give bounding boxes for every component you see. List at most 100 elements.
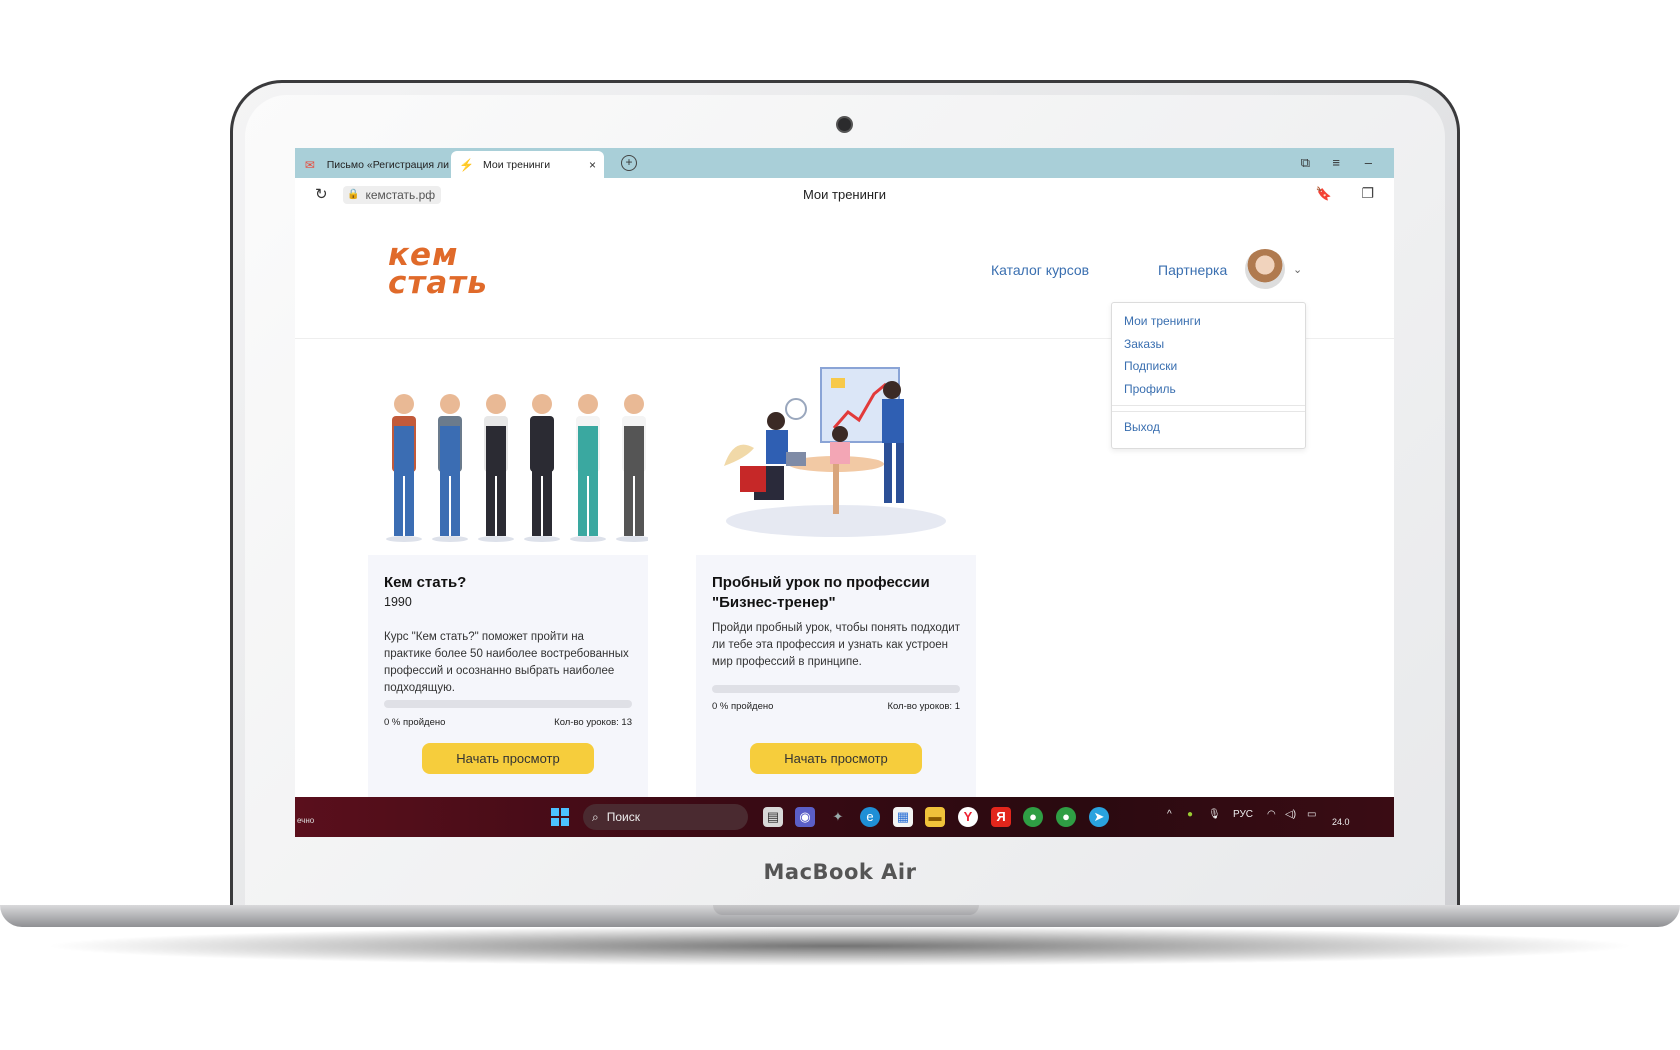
menu-icon[interactable]: ≡: [1332, 155, 1340, 170]
windows-start-icon[interactable]: [551, 808, 569, 826]
page-title: Мои тренинги: [802, 187, 887, 202]
menu-item-my-trainings[interactable]: Мои тренинги: [1124, 314, 1201, 328]
avatar[interactable]: [1245, 249, 1285, 289]
bookmark-icon[interactable]: 🔖: [1316, 186, 1332, 202]
tab-label: Письмо «Регистрация ли: [326, 158, 449, 171]
microphone-icon[interactable]: 🎙: [1208, 809, 1221, 820]
course-description: Курс "Кем стать?" поможет пройти на прак…: [384, 631, 629, 694]
person-figure-part: [497, 474, 506, 536]
nav-catalog[interactable]: Каталог курсов: [991, 262, 1089, 278]
taskbar-search[interactable]: ⌕ Поиск: [583, 804, 748, 830]
person-figure-part: [386, 536, 422, 542]
progress-bar: [712, 685, 960, 693]
progress-bar: [384, 700, 632, 708]
chevron-down-icon[interactable]: ⌄: [1293, 263, 1302, 276]
business-trainer-illustration: [724, 367, 946, 537]
teams-icon[interactable]: ◉: [795, 807, 815, 827]
progress-label: 0 % пройдено: [384, 717, 446, 728]
start-viewing-button[interactable]: Начать просмотр: [750, 743, 922, 774]
search-placeholder: Поиск: [606, 810, 640, 824]
person-figure-part: [440, 474, 449, 536]
yandex-browser-icon[interactable]: Y: [958, 807, 978, 827]
course-title[interactable]: Кем стать?: [384, 573, 634, 593]
menu-divider: [1112, 405, 1305, 406]
person-figure-part: [486, 426, 506, 476]
person-figure-part: [394, 426, 414, 476]
person-figure-part: [532, 474, 541, 536]
chrome-icon[interactable]: ●: [1023, 807, 1043, 827]
volume-icon[interactable]: ◁): [1285, 809, 1296, 820]
folder-icon[interactable]: ▬: [925, 807, 945, 827]
minimize-icon[interactable]: –: [1365, 155, 1372, 170]
person-figure-part: [394, 474, 403, 536]
chrome-profile-icon[interactable]: ●: [1056, 807, 1076, 827]
tab-label: Мои тренинги: [483, 158, 551, 171]
wifi-icon[interactable]: ◠: [1267, 809, 1276, 820]
person-figure-part: [624, 474, 633, 536]
start-viewing-button[interactable]: Начать просмотр: [422, 743, 594, 774]
menu-divider: [1112, 411, 1305, 412]
camera: [838, 118, 851, 131]
telegram-icon[interactable]: ➤: [1089, 807, 1109, 827]
course-card: Кем стать? 1990 Курс "Кем стать?" поможе…: [368, 555, 648, 797]
professions-illustration: [386, 394, 648, 542]
edge-icon[interactable]: e: [860, 807, 880, 827]
nav-partner[interactable]: Партнерка: [1158, 262, 1227, 278]
tabs-icon[interactable]: ⧉: [1301, 155, 1310, 171]
person-figure-part: [543, 474, 552, 536]
site-logo[interactable]: кем стать: [388, 240, 488, 301]
tab-my-trainings[interactable]: ⚡ Мои тренинги ×: [451, 151, 604, 178]
clock[interactable]: 24.0: [1332, 817, 1350, 827]
mail-icon: ✉: [304, 157, 315, 172]
person-figure-part: [440, 394, 460, 414]
person-figure-part: [635, 474, 644, 536]
person-figure-part: [532, 426, 552, 476]
runner-icon: ⚡: [459, 157, 474, 172]
person-figure-part: [486, 474, 495, 536]
app-icon[interactable]: ✦: [828, 807, 848, 827]
task-view-icon[interactable]: ▤: [763, 807, 783, 827]
tray-app-icon[interactable]: ●: [1187, 809, 1193, 820]
person-figure-part: [578, 394, 598, 414]
lessons-count: Кол-во уроков: 1: [887, 701, 960, 712]
course-card: Пробный урок по профессии "Бизнес-тренер…: [696, 555, 976, 797]
new-tab-button[interactable]: +: [621, 155, 637, 171]
person-figure-part: [570, 536, 606, 542]
person-figure-part: [532, 394, 552, 414]
taskbar-left-text: ечно: [297, 816, 315, 825]
reader-icon[interactable]: ❐: [1361, 185, 1374, 202]
progress-label: 0 % пройдено: [712, 701, 774, 712]
laptop-notch: [713, 905, 979, 915]
person-figure-part: [486, 394, 506, 414]
course-description: Пройди пробный урок, чтобы понять подход…: [712, 622, 960, 668]
person-figure-part: [432, 536, 468, 542]
person-figure-part: [616, 536, 648, 542]
menu-item-orders[interactable]: Заказы: [1124, 337, 1164, 351]
person-figure-part: [524, 536, 560, 542]
lessons-count: Кол-во уроков: 13: [554, 717, 632, 728]
person-figure-part: [624, 426, 644, 476]
person-figure-part: [440, 426, 460, 476]
close-icon[interactable]: ×: [589, 158, 596, 172]
language-indicator[interactable]: РУС: [1233, 809, 1253, 820]
user-dropdown-menu: Мои тренинги Заказы Подписки Профиль Вых…: [1111, 302, 1306, 449]
menu-item-profile[interactable]: Профиль: [1124, 382, 1176, 396]
menu-item-logout[interactable]: Выход: [1124, 420, 1160, 434]
yandex-icon[interactable]: Я: [991, 807, 1011, 827]
store-icon[interactable]: ▦: [893, 807, 913, 827]
tab-mail[interactable]: ✉ Письмо «Регистрация ли: [295, 151, 449, 178]
device-brand: MacBook Air: [763, 860, 917, 884]
windows-taskbar: ечно ⌕ Поиск ▤ ◉ ✦ e ▦ ▬ Y Я ● ● ➤ ^ ● 🎙 …: [295, 797, 1394, 837]
tab-strip: ✉ Письмо «Регистрация ли ⚡ Мои тренинги …: [295, 148, 1394, 178]
person-figure-part: [405, 474, 414, 536]
screen: ✉ Письмо «Регистрация ли ⚡ Мои тренинги …: [295, 148, 1394, 837]
person-figure-part: [394, 394, 414, 414]
menu-item-subscriptions[interactable]: Подписки: [1124, 359, 1177, 373]
battery-icon[interactable]: ▭: [1307, 809, 1316, 820]
logo-line-2: стать: [388, 265, 488, 301]
person-figure-part: [578, 426, 598, 476]
course-title[interactable]: Пробный урок по профессии "Бизнес-тренер…: [712, 573, 962, 613]
chevron-up-icon[interactable]: ^: [1167, 809, 1172, 820]
web-page: кем стать Каталог курсов Партнерка ⌄ Кем…: [295, 211, 1394, 797]
person-figure-part: [578, 474, 587, 536]
